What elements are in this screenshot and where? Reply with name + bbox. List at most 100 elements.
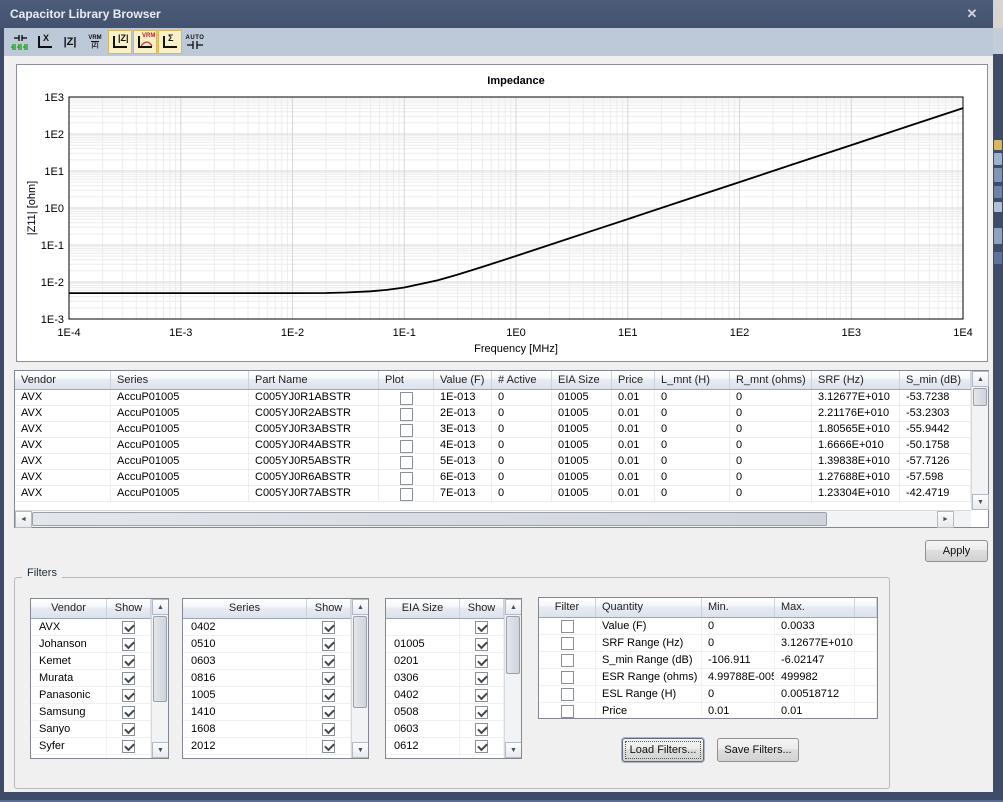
filter-checkbox[interactable] bbox=[561, 654, 574, 667]
plot-checkbox[interactable] bbox=[400, 424, 413, 437]
column-header-series[interactable]: Series bbox=[111, 371, 249, 389]
show-checkbox[interactable] bbox=[122, 655, 135, 668]
scroll-up-icon[interactable]: ▲ bbox=[505, 599, 522, 615]
close-icon[interactable]: ✕ bbox=[963, 5, 981, 23]
save-filters-button[interactable]: Save Filters... bbox=[717, 738, 799, 762]
scroll-right-icon[interactable]: ► bbox=[937, 511, 954, 528]
filter-row[interactable]: ESL Range (H)00.00518712 bbox=[539, 686, 877, 703]
table-row[interactable]: AVXAccuP01005C005YJ0R3ABSTR3E-0130010050… bbox=[15, 422, 971, 438]
list-item[interactable]: Samsung bbox=[31, 704, 151, 721]
list-item[interactable]: 1005 bbox=[183, 687, 351, 704]
show-checkbox[interactable] bbox=[122, 740, 135, 753]
list-item[interactable]: Syfer bbox=[31, 738, 151, 755]
list-item[interactable]: 0402 bbox=[183, 619, 351, 636]
list-item[interactable]: 0402 bbox=[386, 687, 504, 704]
list-item[interactable] bbox=[386, 755, 504, 759]
list-column-header[interactable]: EIA Size bbox=[386, 599, 460, 618]
plot-checkbox[interactable] bbox=[400, 408, 413, 421]
plot-x-button[interactable]: X bbox=[33, 30, 57, 54]
show-checkbox[interactable] bbox=[122, 621, 135, 634]
filter-column-header[interactable] bbox=[855, 598, 877, 617]
filter-column-header[interactable]: Min. bbox=[702, 598, 775, 617]
filter-checkbox[interactable] bbox=[561, 671, 574, 684]
filter-cell-min[interactable]: 0 bbox=[702, 635, 775, 651]
scroll-up-icon[interactable]: ▲ bbox=[152, 599, 169, 615]
show-checkbox[interactable] bbox=[122, 638, 135, 651]
vscroll-thumb[interactable] bbox=[153, 616, 167, 702]
plot-checkbox[interactable] bbox=[400, 456, 413, 469]
column-header-value[interactable]: Value (F) bbox=[434, 371, 492, 389]
column-header-vendor[interactable]: Vendor bbox=[15, 371, 111, 389]
filter-checkbox[interactable] bbox=[561, 688, 574, 701]
filter-column-header[interactable]: Quantity bbox=[596, 598, 702, 617]
title-bar[interactable]: Capacitor Library Browser ✕ bbox=[0, 0, 993, 28]
filter-cell-min[interactable]: 0 bbox=[702, 618, 775, 634]
plot-sum-button[interactable]: Σ bbox=[158, 30, 182, 54]
vscroll-thumb[interactable] bbox=[506, 616, 520, 674]
show-checkbox[interactable] bbox=[322, 621, 335, 634]
column-header-plot[interactable]: Plot bbox=[379, 371, 434, 389]
filter-cell-min[interactable]: 0.01 bbox=[702, 703, 775, 719]
list-item[interactable]: Sanyo bbox=[31, 721, 151, 738]
load-filters-button[interactable]: Load Filters... bbox=[622, 738, 704, 762]
table-row[interactable]: AVXAccuP01005C005YJ0R2ABSTR2E-0130010050… bbox=[15, 406, 971, 422]
show-checkbox[interactable] bbox=[122, 689, 135, 702]
show-checkbox[interactable] bbox=[322, 672, 335, 685]
column-header-srf[interactable]: SRF (Hz) bbox=[812, 371, 900, 389]
column-header-s_min[interactable]: S_min (dB) bbox=[900, 371, 971, 389]
column-header-price[interactable]: Price bbox=[612, 371, 655, 389]
filter-cell-max[interactable]: 0.0033 bbox=[775, 618, 855, 634]
show-checkbox[interactable] bbox=[122, 706, 135, 719]
list-column-header[interactable]: Show bbox=[107, 599, 151, 618]
filter-row[interactable]: Value (F)00.0033 bbox=[539, 618, 877, 635]
vscroll-thumb[interactable] bbox=[353, 616, 367, 708]
list-item[interactable]: AVX bbox=[31, 619, 151, 636]
filter-row[interactable]: SRF Range (Hz)03.12677E+010 bbox=[539, 635, 877, 652]
list-item[interactable]: Panasonic bbox=[31, 687, 151, 704]
table-row[interactable]: AVXAccuP01005C005YJ0R6ABSTR6E-0130010050… bbox=[15, 470, 971, 486]
table-row[interactable]: AVXAccuP01005C005YJ0R7ABSTR7E-0130010050… bbox=[15, 486, 971, 502]
list-item[interactable]: 01005 bbox=[386, 636, 504, 653]
plot-vrm-button[interactable]: VRM bbox=[133, 30, 157, 54]
list-item[interactable]: Murata bbox=[31, 670, 151, 687]
list-item[interactable] bbox=[31, 755, 151, 759]
scroll-down-icon[interactable]: ▼ bbox=[505, 742, 522, 758]
show-checkbox[interactable] bbox=[322, 655, 335, 668]
apply-button[interactable]: Apply bbox=[925, 540, 988, 562]
series-list-scrollbar[interactable]: ▲ ▼ bbox=[351, 599, 368, 758]
list-item[interactable]: 1608 bbox=[183, 721, 351, 738]
show-checkbox[interactable] bbox=[475, 689, 488, 702]
filter-cell-max[interactable]: 0.00518712 bbox=[775, 686, 855, 702]
list-item[interactable]: 0612 bbox=[386, 738, 504, 755]
list-column-header[interactable]: Show bbox=[307, 599, 351, 618]
filter-cell-max[interactable]: 499982 bbox=[775, 669, 855, 685]
show-checkbox[interactable] bbox=[322, 706, 335, 719]
filter-column-header[interactable]: Filter bbox=[539, 598, 596, 617]
list-item[interactable]: 0816 bbox=[183, 670, 351, 687]
column-header-l_mnt[interactable]: L_mnt (H) bbox=[655, 371, 730, 389]
hscroll-track[interactable] bbox=[32, 511, 937, 527]
show-checkbox[interactable] bbox=[122, 723, 135, 736]
list-item[interactable]: 0603 bbox=[183, 653, 351, 670]
show-checkbox[interactable] bbox=[475, 655, 488, 668]
filter-row[interactable]: S_min Range (dB)-106.911-6.02147 bbox=[539, 652, 877, 669]
filter-row[interactable]: Price0.010.01 bbox=[539, 703, 877, 719]
list-column-header[interactable]: Vendor bbox=[31, 599, 107, 618]
list-item[interactable]: 0201 bbox=[386, 653, 504, 670]
list-item[interactable] bbox=[386, 619, 504, 636]
plot-checkbox[interactable] bbox=[400, 488, 413, 501]
column-header-part[interactable]: Part Name bbox=[249, 371, 379, 389]
list-item[interactable]: 0510 bbox=[183, 636, 351, 653]
list-item[interactable]: Kemet bbox=[31, 653, 151, 670]
scroll-down-icon[interactable]: ▼ bbox=[152, 742, 169, 758]
show-checkbox[interactable] bbox=[475, 740, 488, 753]
list-item[interactable] bbox=[183, 755, 351, 759]
filter-cell-min[interactable]: 0 bbox=[702, 686, 775, 702]
show-checkbox[interactable] bbox=[475, 672, 488, 685]
list-item[interactable]: 1410 bbox=[183, 704, 351, 721]
plot-checkbox[interactable] bbox=[400, 472, 413, 485]
list-item[interactable]: 2012 bbox=[183, 738, 351, 755]
column-header-eia[interactable]: EIA Size bbox=[552, 371, 612, 389]
hscroll-thumb[interactable] bbox=[32, 512, 827, 526]
scroll-left-icon[interactable]: ◄ bbox=[15, 511, 32, 528]
